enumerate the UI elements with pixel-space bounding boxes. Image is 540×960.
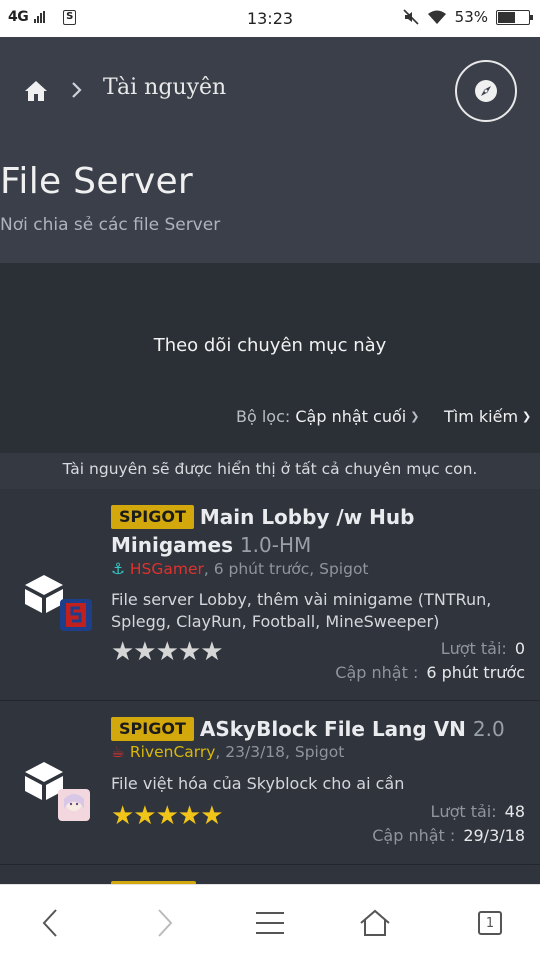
resource-item[interactable]: SPIGOT Main Lobby /w Hub Minigames 1.0-HM… [0, 489, 540, 701]
cup-icon: ☕ [111, 743, 125, 761]
updated-value: 6 phút trước [426, 663, 525, 682]
resource-item[interactable]: SPIGOT ASkyBlock File Lang VN 2.0 ☕ Riven… [0, 701, 540, 865]
meta-info: , 6 phút trước, Spigot [203, 560, 369, 578]
resource-description: File việt hóa của Skyblock cho ai cần [111, 774, 405, 793]
rating-stars: ★★★★★ [111, 637, 224, 667]
search-dropdown[interactable]: Tìm kiếm ❯ [444, 407, 531, 426]
compass-button[interactable] [455, 60, 517, 122]
resource-version: 2.0 [472, 717, 505, 741]
resource-description: File server Lobby, thêm vài minigame (TN… [111, 590, 492, 631]
filter-dropdown[interactable]: Bộ lọc: Cập nhật cuối ❯ [236, 407, 419, 426]
chevron-down-icon: ❯ [522, 410, 532, 423]
downloads-stat: Lượt tải: 48 [431, 802, 525, 821]
author-avatar[interactable] [58, 789, 90, 821]
search-label: Tìm kiếm [444, 407, 519, 426]
author-link[interactable]: HSGamer [130, 560, 204, 578]
downloads-stat: Lượt tải: 0 [441, 639, 525, 658]
author-link[interactable]: RivenCarry [130, 743, 216, 761]
prefix-badge: SPIGOT [111, 717, 194, 741]
back-button[interactable] [30, 905, 70, 941]
forward-button[interactable] [145, 905, 185, 941]
downloads-value: 0 [514, 639, 525, 658]
battery-percent: 53% [454, 8, 488, 26]
resource-version: 1.0-HM [239, 533, 312, 557]
menu-icon [256, 912, 284, 934]
page-title: File Server [0, 161, 194, 202]
chevron-right-icon [72, 82, 82, 98]
meta-info: , 23/3/18, Spigot [215, 743, 345, 761]
rating-stars: ★★★★★ [111, 801, 224, 831]
status-right: 53% [403, 8, 533, 26]
chevron-down-icon: ❯ [410, 410, 420, 423]
anchor-icon: ⚓ [111, 560, 125, 578]
compass-icon [475, 80, 497, 102]
page-header: Tài nguyên File Server Nơi chia sẻ các f… [0, 37, 540, 263]
tabs-button[interactable]: 1 [470, 905, 510, 941]
home-button[interactable] [355, 905, 395, 941]
mute-icon [403, 9, 419, 25]
browser-bottom-nav: 1 [0, 884, 540, 960]
menu-button[interactable] [250, 905, 290, 941]
updated-stat: Cập nhật : 29/3/18 [372, 826, 525, 845]
chevron-left-icon [42, 909, 57, 937]
updated-stat: Cập nhật : 6 phút trước [335, 663, 525, 682]
subcategory-notice: Tài nguyên sẽ được hiển thị ở tất cả chu… [0, 453, 540, 489]
resource-meta: ☕ RivenCarry, 23/3/18, Spigot [111, 743, 344, 761]
resource-name: ASkyBlock File Lang VN [199, 717, 466, 741]
home-icon[interactable] [24, 80, 48, 102]
watch-category-button[interactable]: Theo dõi chuyên mục này [0, 335, 540, 356]
downloads-label: Lượt tải: [440, 639, 507, 658]
page-subtitle: Nơi chia sẻ các file Server [0, 215, 221, 235]
tab-count: 1 [478, 911, 502, 935]
status-bar: 4G S 13:23 53% [0, 0, 540, 37]
downloads-label: Lượt tải: [430, 802, 497, 821]
filter-prefix: Bộ lọc: [236, 407, 291, 426]
updated-value: 29/3/18 [463, 826, 525, 845]
battery-icon [496, 9, 533, 25]
updated-label: Cập nhật : [335, 663, 419, 682]
resource-meta: ⚓ HSGamer, 6 phút trước, Spigot [111, 560, 369, 578]
filter-value: Cập nhật cuối [295, 407, 407, 426]
prefix-badge: SPIGOT [111, 505, 194, 529]
updated-label: Cập nhật : [372, 826, 456, 845]
home-outline-icon [360, 909, 390, 936]
breadcrumb[interactable]: Tài nguyên [103, 75, 226, 100]
wifi-icon [427, 10, 446, 24]
author-avatar[interactable] [60, 599, 92, 631]
resource-title[interactable]: SPIGOT ASkyBlock File Lang VN 2.0 [111, 715, 526, 743]
downloads-value: 48 [504, 802, 525, 821]
watch-section: Theo dõi chuyên mục này Bộ lọc: Cập nhật… [0, 263, 540, 453]
chevron-right-icon [158, 909, 173, 937]
resource-title[interactable]: SPIGOT Main Lobby /w Hub Minigames 1.0-HM [111, 503, 526, 559]
